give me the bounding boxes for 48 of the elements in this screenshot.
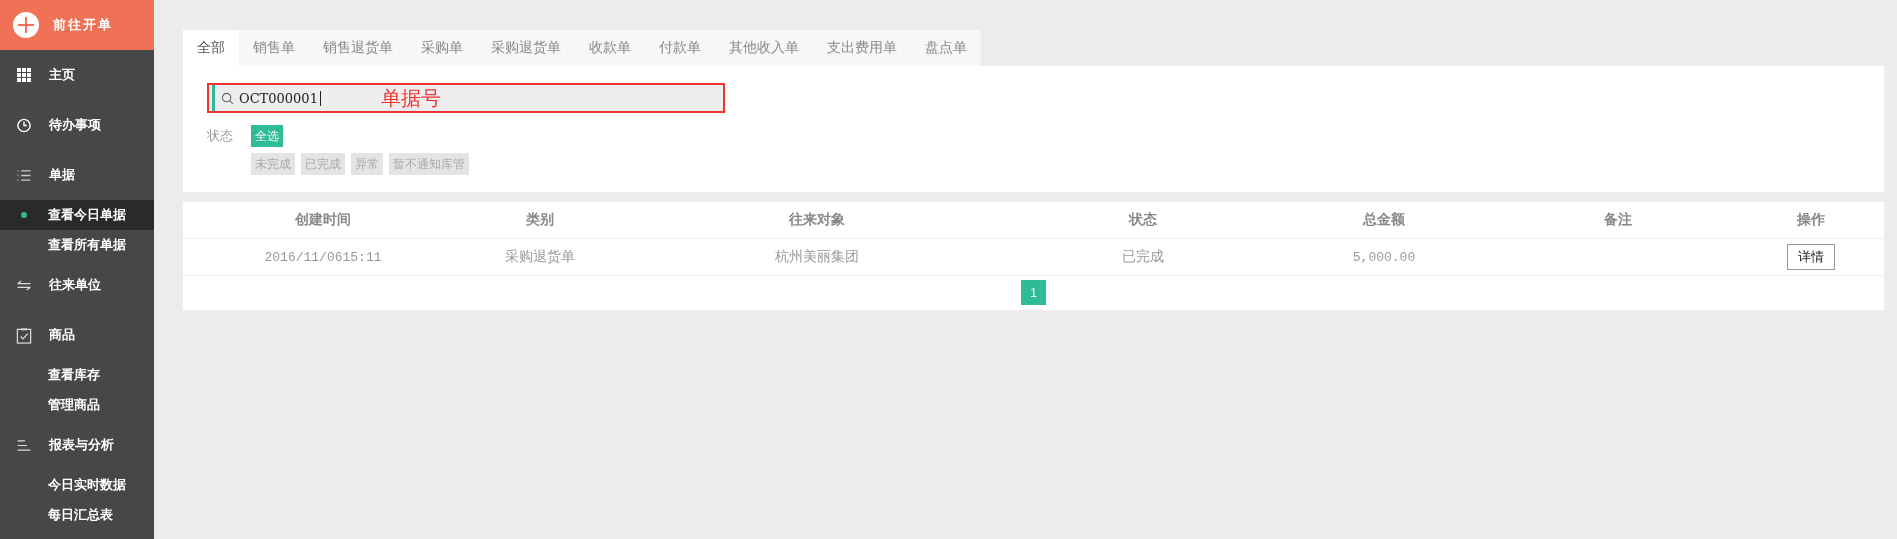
search-icon bbox=[221, 91, 234, 105]
sidebar-item[interactable]: 查看所有单据 bbox=[0, 230, 154, 260]
page-button[interactable]: 1 bbox=[1021, 280, 1046, 305]
details-button[interactable]: 详情 bbox=[1786, 244, 1835, 270]
tab[interactable]: 付款单 bbox=[645, 30, 715, 66]
column-header: 创建时间 bbox=[294, 211, 352, 229]
sidebar-item[interactable]: 查看库存 bbox=[0, 360, 154, 390]
table-cell-text: 采购退货单 bbox=[504, 248, 576, 266]
clipboard-check-icon bbox=[16, 326, 32, 344]
tab[interactable]: 全部 bbox=[183, 30, 239, 66]
tab[interactable]: 销售退货单 bbox=[309, 30, 407, 66]
sidebar-item[interactable]: 每日汇总表 bbox=[0, 500, 154, 530]
annotation-text: 单据号 bbox=[381, 84, 441, 112]
sidebar-section[interactable]: 待办事项 bbox=[0, 100, 154, 150]
column-header: 类别 bbox=[525, 211, 555, 229]
column-header: 状态 bbox=[1127, 211, 1158, 229]
tab[interactable]: 采购单 bbox=[407, 30, 477, 66]
tab[interactable]: 支出费用单 bbox=[813, 30, 911, 66]
tab[interactable]: 收款单 bbox=[575, 30, 645, 66]
tab[interactable]: 销售单 bbox=[239, 30, 309, 66]
column-header: 往来对象 bbox=[788, 211, 846, 229]
tab[interactable]: 采购退货单 bbox=[477, 30, 575, 66]
grid-icon bbox=[16, 68, 32, 82]
table-cell-text: 5,000.00 bbox=[1351, 249, 1417, 265]
new-order-button[interactable]: 前往开单 bbox=[0, 0, 154, 50]
swap-arrows-icon bbox=[16, 279, 32, 291]
text-lines-icon bbox=[16, 439, 32, 451]
status-label: 状态 bbox=[207, 127, 234, 145]
plus-icon bbox=[13, 12, 39, 38]
sidebar-section[interactable]: 报表与分析 bbox=[0, 420, 154, 470]
table-cell-text: 2016/11/0615:11 bbox=[263, 249, 383, 265]
sidebar-section[interactable]: 单据 bbox=[0, 150, 154, 200]
sidebar-item[interactable]: 今日实时数据 bbox=[0, 470, 154, 500]
search-field[interactable]: OCT000001 bbox=[212, 85, 381, 111]
column-header: 总金额 bbox=[1361, 211, 1406, 229]
table-cell-text: 杭州美丽集团 bbox=[774, 248, 860, 266]
sidebar-item[interactable]: 管理商品 bbox=[0, 390, 154, 420]
column-header: 备注 bbox=[1603, 211, 1633, 229]
sidebar-section[interactable]: 主页 bbox=[0, 50, 154, 100]
clock-icon bbox=[16, 117, 32, 133]
sidebar-section[interactable]: 往来单位 bbox=[0, 260, 154, 310]
sidebar-section[interactable]: 商品 bbox=[0, 310, 154, 360]
column-header: 操作 bbox=[1795, 211, 1826, 229]
sidebar-item[interactable]: 查看今日单据 bbox=[0, 200, 154, 230]
table-cell-text: 已完成 bbox=[1121, 248, 1165, 266]
tab[interactable]: 盘点单 bbox=[911, 30, 981, 66]
status-chip[interactable]: 全选 bbox=[251, 125, 283, 147]
tab[interactable]: 其他收入单 bbox=[715, 30, 813, 66]
